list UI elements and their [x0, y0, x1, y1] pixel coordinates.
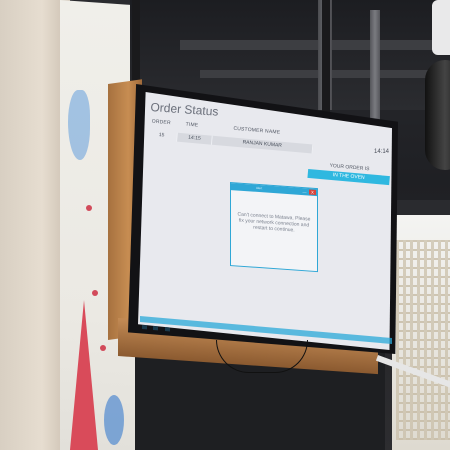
order-status-app: Order Status ORDER TIME CUSTOMER NAME 14… [0, 0, 450, 450]
close-button[interactable]: X [309, 189, 316, 196]
dialog-message: Can't connect to Matawa. Please fix your… [237, 211, 311, 234]
error-dialog: Alert — X Can't connect to Matawa. Pleas… [230, 182, 318, 273]
dialog-titlebar[interactable]: Alert — X [231, 183, 317, 197]
cell-time: 14:15 [177, 132, 213, 145]
app-title: Order Status [150, 100, 219, 119]
app-icon[interactable] [153, 326, 159, 331]
start-icon[interactable] [142, 325, 147, 330]
header-customer-name: CUSTOMER NAME [233, 125, 281, 136]
minimize-button[interactable]: — [302, 189, 307, 194]
cell-order: 15 [146, 130, 178, 142]
header-time: TIME [185, 121, 199, 129]
photo-scene: Order Status ORDER TIME CUSTOMER NAME 14… [0, 0, 450, 450]
app-icon[interactable] [164, 327, 170, 332]
dialog-title: Alert [256, 185, 263, 191]
order-status-panel: YOUR ORDER IS IN THE OVEN [307, 160, 390, 187]
header-order: ORDER [151, 118, 171, 127]
taskbar-icons [142, 316, 172, 332]
